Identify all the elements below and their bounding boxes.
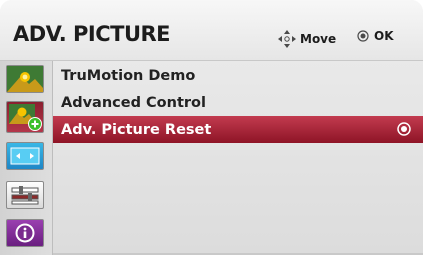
- selected-indicator-icon: [397, 122, 411, 136]
- menu-item-label: Advanced Control: [61, 94, 206, 111]
- ok-hint: OK: [357, 29, 394, 43]
- page-title: ADV. PICTURE: [13, 22, 171, 46]
- category-sidebar: [0, 61, 53, 255]
- menu-item-advanced-control[interactable]: Advanced Control: [53, 89, 423, 116]
- move-hint: Move: [277, 29, 336, 49]
- picture-icon: [7, 66, 43, 92]
- setup-icon: [11, 186, 39, 205]
- sidebar-item-picture[interactable]: [6, 65, 44, 93]
- ok-button-icon: [357, 30, 369, 42]
- sidebar-item-setup[interactable]: [6, 181, 44, 209]
- info-icon: [15, 223, 35, 243]
- move-arrows-icon: [278, 30, 296, 48]
- ok-hint-label: OK: [374, 29, 394, 43]
- menu-item-trumotion-demo[interactable]: TruMotion Demo: [53, 62, 423, 89]
- sidebar-item-info[interactable]: [6, 219, 44, 247]
- menu-header: ADV. PICTURE Move OK: [0, 0, 423, 61]
- move-hint-label: Move: [300, 32, 337, 46]
- screen-icon: [10, 147, 40, 165]
- menu-item-adv-picture-reset[interactable]: Adv. Picture Reset: [53, 116, 423, 143]
- sidebar-item-picture-settings[interactable]: [6, 101, 44, 133]
- sidebar-item-screen[interactable]: [6, 142, 44, 170]
- menu-item-label: TruMotion Demo: [61, 67, 196, 84]
- menu-item-label: Adv. Picture Reset: [61, 121, 212, 138]
- osd-window: ADV. PICTURE Move OK TruMotion Demo Adva…: [0, 0, 423, 255]
- picture-settings-icon: [9, 104, 42, 131]
